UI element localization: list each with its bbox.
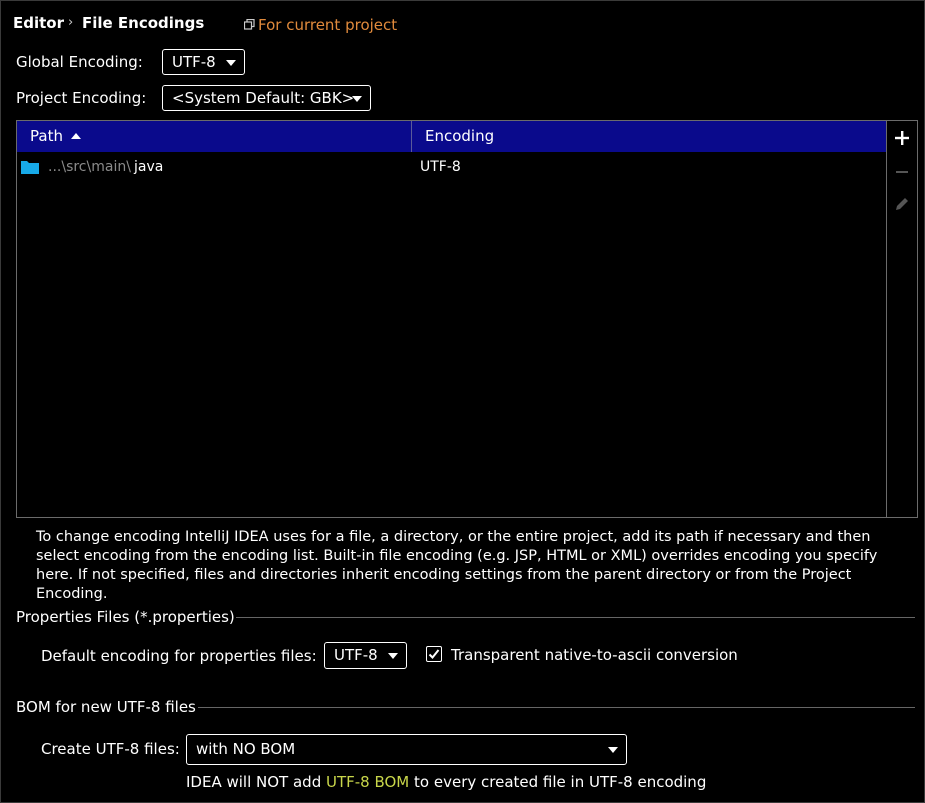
- breadcrumb-file-encodings: File Encodings: [82, 14, 205, 32]
- properties-encoding-value: UTF-8: [334, 646, 378, 664]
- native-to-ascii-checkbox[interactable]: [426, 646, 442, 662]
- copy-icon: [244, 19, 255, 30]
- path-encoding-table: Path Encoding ...\src\main\ java UTF-8: [16, 120, 887, 518]
- for-current-project-link[interactable]: For current project: [258, 16, 397, 34]
- section-divider: [236, 617, 915, 618]
- create-utf8-value: with NO BOM: [196, 740, 296, 758]
- section-divider: [198, 707, 915, 708]
- plus-icon[interactable]: [891, 127, 913, 149]
- chevron-down-icon: [608, 747, 618, 753]
- pencil-icon[interactable]: [891, 193, 913, 215]
- table-header: Path Encoding: [17, 121, 886, 152]
- table-row[interactable]: ...\src\main\ java UTF-8: [17, 153, 886, 181]
- chevron-down-icon: [226, 60, 236, 66]
- properties-section-title: Properties Files (*.properties): [16, 608, 235, 626]
- project-encoding-value: <System Default: GBK>: [172, 89, 355, 107]
- row-encoding: UTF-8: [420, 159, 461, 175]
- table-toolbar: [887, 120, 918, 518]
- breadcrumb-separator: ›: [68, 15, 74, 30]
- global-encoding-value: UTF-8: [172, 53, 216, 71]
- bom-note-highlight: UTF-8 BOM: [325, 773, 410, 791]
- column-header-encoding[interactable]: Encoding: [425, 127, 494, 145]
- breadcrumb-editor[interactable]: Editor: [13, 14, 64, 32]
- sort-ascending-icon: [70, 133, 81, 139]
- chevron-down-icon: [388, 653, 398, 659]
- bom-note: IDEA will NOT add UTF-8 BOM to every cre…: [186, 773, 707, 791]
- properties-encoding-dropdown[interactable]: UTF-8: [324, 642, 407, 669]
- chevron-down-icon: [352, 96, 362, 102]
- create-utf8-dropdown[interactable]: with NO BOM: [186, 734, 627, 765]
- properties-default-label: Default encoding for properties files:: [41, 647, 317, 665]
- native-to-ascii-label[interactable]: Transparent native-to-ascii conversion: [451, 646, 738, 664]
- path-name: java: [134, 159, 164, 175]
- bom-section-title: BOM for new UTF-8 files: [16, 698, 196, 716]
- create-utf8-label: Create UTF-8 files:: [41, 740, 180, 758]
- global-encoding-label: Global Encoding:: [16, 53, 143, 71]
- path-prefix: ...\src\main\: [48, 159, 131, 175]
- column-divider[interactable]: [411, 121, 412, 152]
- minus-icon[interactable]: [891, 161, 913, 183]
- checkmark-icon: [428, 649, 440, 659]
- column-header-path[interactable]: Path: [30, 127, 81, 145]
- project-encoding-dropdown[interactable]: <System Default: GBK>: [162, 85, 371, 111]
- settings-panel: Editor › File Encodings For current proj…: [0, 0, 925, 803]
- project-encoding-label: Project Encoding:: [16, 89, 147, 107]
- global-encoding-dropdown[interactable]: UTF-8: [162, 49, 245, 75]
- help-text: To change encoding IntelliJ IDEA uses fo…: [36, 529, 878, 602]
- folder-icon: [21, 161, 39, 174]
